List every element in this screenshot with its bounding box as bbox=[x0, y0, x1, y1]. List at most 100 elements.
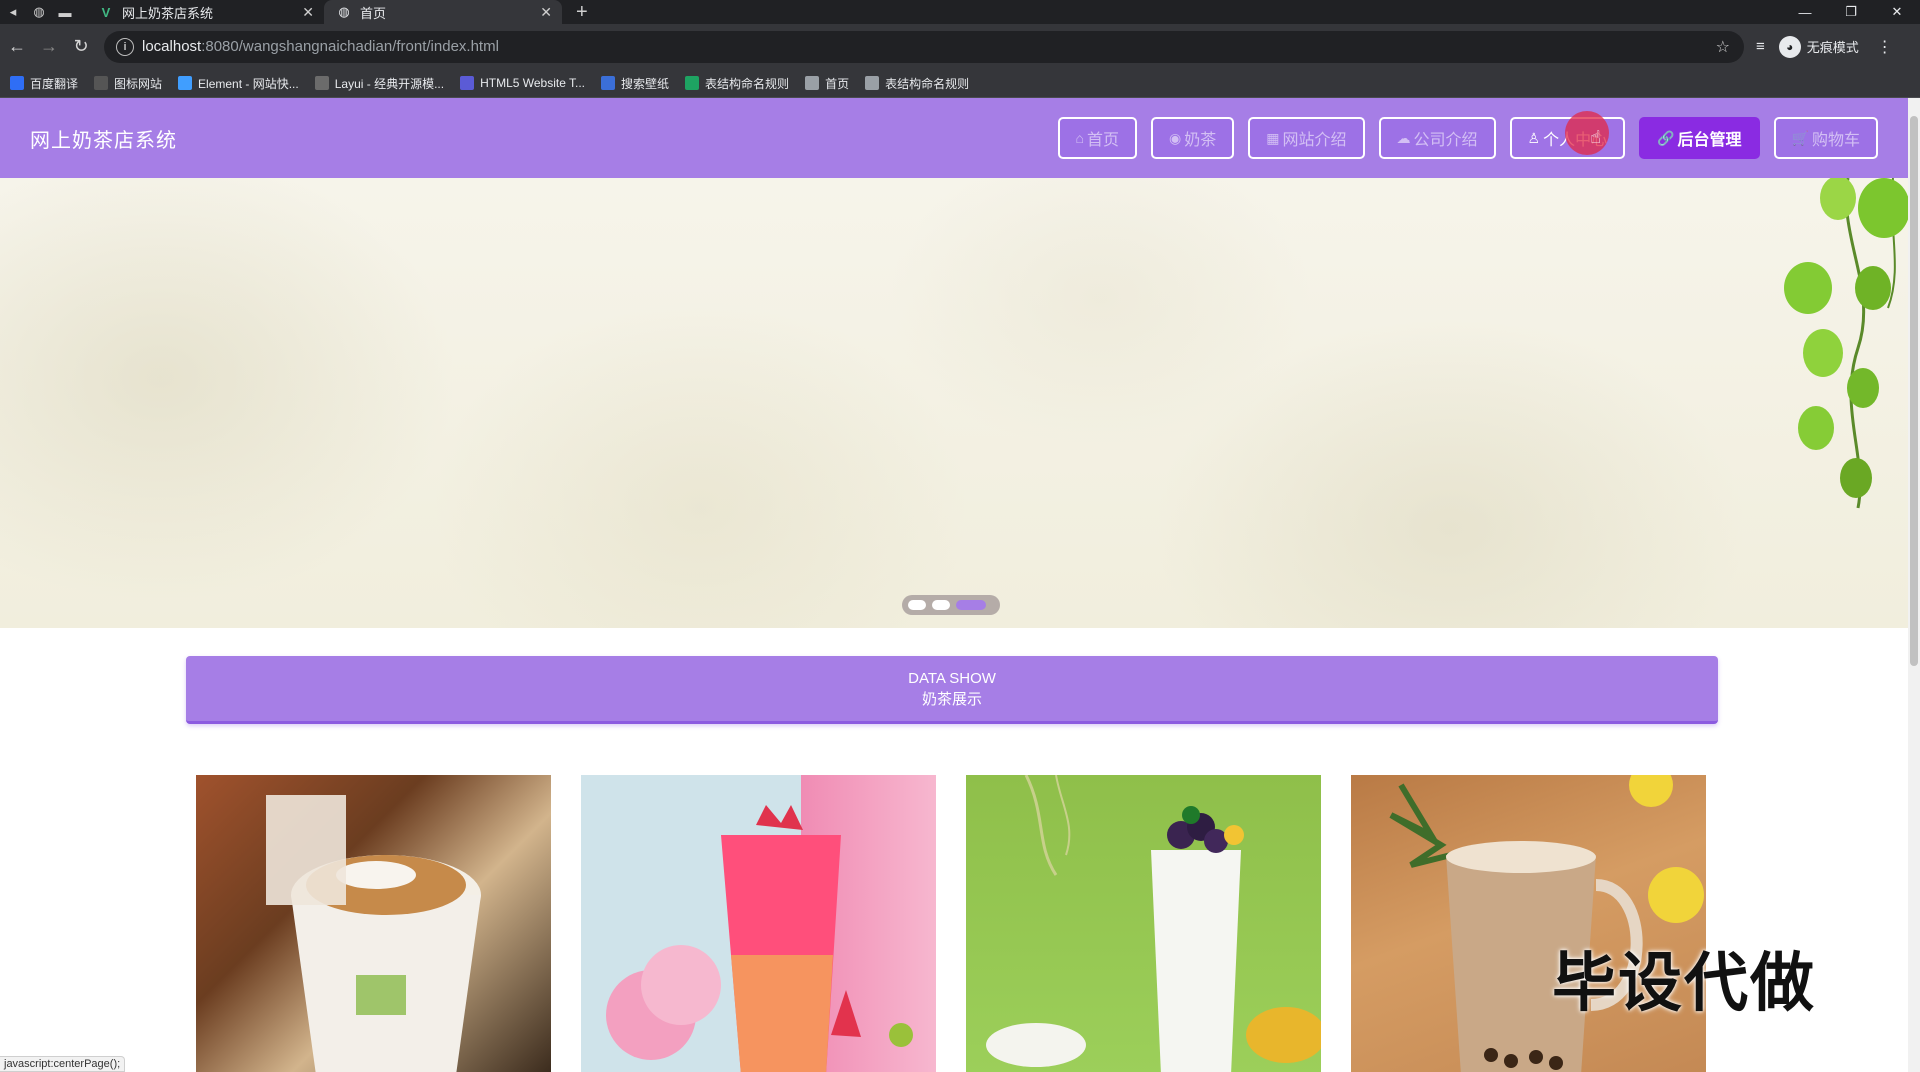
reload-icon[interactable]: ↻ bbox=[66, 36, 96, 57]
nav-link[interactable]: 🔗 后台管理 bbox=[1639, 117, 1760, 159]
link-icon: 🔗 bbox=[1657, 129, 1675, 146]
milk-tea-icon: ◉ bbox=[1169, 129, 1182, 146]
profile-label[interactable]: 无痕模式 bbox=[1807, 37, 1859, 56]
site-header: 网上奶茶店系统 ⌂首页 ◉奶茶 ▦网站介绍 ☁公司介绍 ♙个人中心☝ 🔗后台管理 🛒购物车 bbox=[0, 98, 1908, 178]
vue-icon: V bbox=[101, 4, 111, 20]
pointer-cursor-icon: ☝ bbox=[1590, 127, 1602, 147]
url-path: :8080/wangshangnaichadian/front/index.ht… bbox=[201, 38, 499, 55]
site-intro-icon: ▦ bbox=[1266, 129, 1280, 146]
site-title: 网上奶茶店系统 bbox=[30, 129, 177, 152]
bookmark-item[interactable]: Element - 网站快... bbox=[178, 75, 299, 92]
nav-label: 奶茶 bbox=[1184, 132, 1217, 149]
bookmark-item[interactable]: 搜索壁纸 bbox=[601, 75, 669, 92]
bookmark-label: 搜索壁纸 bbox=[621, 76, 670, 91]
url-field[interactable]: i localhost:8080/wangshangnaichadian/fro… bbox=[104, 30, 1744, 63]
wallpaper-icon bbox=[601, 76, 616, 90]
bubble-tea-mug-image bbox=[1389, 775, 1704, 1072]
carousel-indicators bbox=[902, 595, 1000, 615]
globe-icon: ◍ bbox=[338, 4, 350, 19]
page: 网上奶茶店系统 ⌂首页◉奶茶▦网站介绍☁公司介绍♙个人中心☝🔗后台管理🛒购物车 … bbox=[0, 98, 1908, 1072]
close-window-button[interactable]: ✕ bbox=[1874, 0, 1920, 24]
bookmark-item[interactable]: 百度翻译 bbox=[10, 75, 78, 92]
new-tab-button[interactable]: + bbox=[576, 1, 588, 24]
info-icon[interactable]: i bbox=[116, 37, 134, 56]
click-indicator bbox=[1565, 111, 1610, 155]
nav-site-intro[interactable]: ▦ 网站介绍 bbox=[1248, 117, 1365, 159]
globe-icon bbox=[805, 76, 820, 90]
bookmark-label: 表结构命名规则 bbox=[885, 76, 970, 91]
bookmark-item[interactable]: 表结构命名规则 bbox=[865, 75, 969, 92]
bookmark-star-icon[interactable]: ☆ bbox=[1716, 37, 1730, 57]
user-icon: ♙ bbox=[1527, 129, 1541, 146]
product-list bbox=[196, 775, 1706, 1072]
bookmarks-bar: 百度翻译 图标网站 Element - 网站快... Layui - 经典开源模...… bbox=[0, 69, 1920, 98]
more-menu-icon[interactable]: ⋮ bbox=[1877, 37, 1893, 57]
restore-button[interactable]: ❐ bbox=[1828, 0, 1874, 24]
section-header: DATA SHOW 奶茶展示 bbox=[186, 656, 1718, 724]
close-icon[interactable]: ✕ bbox=[540, 4, 552, 21]
bookmark-label: HTML5 Website T... bbox=[480, 76, 586, 90]
scrollbar-thumb[interactable] bbox=[1910, 116, 1918, 666]
address-toolbar: ← → ↻ i localhost:8080/wangshangnaichadi… bbox=[0, 24, 1920, 69]
bookmark-label: 首页 bbox=[825, 76, 850, 91]
back-icon[interactable]: ← bbox=[2, 36, 32, 57]
nav-label: 购物车 bbox=[1811, 132, 1860, 149]
status-bar: javascript:centerPage(); bbox=[0, 1056, 126, 1072]
cart-icon: 🛒 bbox=[1791, 129, 1809, 146]
toolbar-right: ≡ ◕ 无痕模式 ⋮ bbox=[1756, 35, 1893, 58]
nav-home[interactable]: ⌂ 首页 bbox=[1057, 117, 1138, 159]
watermark-text: 毕设代做 bbox=[1552, 947, 1816, 1021]
bookmark-item[interactable]: HTML5 Website T... bbox=[460, 76, 585, 90]
tab-title: 网上奶茶店系统 bbox=[122, 5, 214, 21]
carousel-dot-active[interactable] bbox=[956, 600, 986, 610]
banner-carousel[interactable] bbox=[0, 178, 1908, 628]
forward-icon[interactable]: → bbox=[34, 36, 64, 57]
product-card-image[interactable] bbox=[196, 775, 551, 1072]
bookmark-item[interactable]: 图标网站 bbox=[94, 75, 162, 92]
close-icon[interactable]: ✕ bbox=[302, 4, 314, 21]
nav-cart[interactable]: 🛒 购物车 bbox=[1773, 117, 1878, 159]
browser-tab-strip: ◂ ◍ ▬ V 网上奶茶店系统 ✕ ◍ 首页 ✕ + — ❐ ✕ bbox=[0, 0, 1920, 24]
audio-icon[interactable]: ◂ bbox=[0, 0, 26, 24]
home-icon: ⌂ bbox=[1075, 130, 1084, 146]
bookmark-label: 图标网站 bbox=[114, 76, 163, 91]
reading-list-icon[interactable]: ≡ bbox=[1756, 38, 1765, 55]
fruit-tea-cup-image bbox=[606, 805, 913, 1072]
product-card-image[interactable] bbox=[1351, 775, 1706, 1072]
url-host: localhost bbox=[142, 38, 202, 55]
page-scrollbar[interactable] bbox=[1908, 98, 1920, 1072]
product-card-image[interactable] bbox=[581, 775, 936, 1072]
bookmark-item[interactable]: 首页 bbox=[805, 75, 849, 92]
product-card-image[interactable] bbox=[966, 775, 1321, 1072]
vine-leaves-image bbox=[1784, 178, 1908, 509]
section-title-cn: 奶茶展示 bbox=[921, 690, 982, 708]
nav-label: 首页 bbox=[1087, 132, 1120, 149]
html5-template-icon bbox=[460, 76, 475, 90]
tab-milk-tea-system[interactable]: V 网上奶茶店系统 ✕ bbox=[86, 0, 324, 24]
bookmark-label: Layui - 经典开源模... bbox=[334, 76, 445, 91]
nav-company[interactable]: ☁ 公司介绍 bbox=[1378, 117, 1496, 159]
globe-icon bbox=[865, 76, 880, 90]
nav-label: 公司介绍 bbox=[1413, 132, 1478, 149]
nav-label: 网站介绍 bbox=[1282, 132, 1347, 149]
window-controls: — ❐ ✕ bbox=[1782, 0, 1920, 24]
window-icon[interactable]: ▬ bbox=[52, 0, 78, 24]
tab-title: 首页 bbox=[360, 5, 387, 21]
layui-icon bbox=[314, 76, 329, 90]
sheet-icon bbox=[685, 76, 700, 90]
incognito-icon[interactable]: ◕ bbox=[1778, 35, 1801, 58]
carousel-dot[interactable] bbox=[932, 600, 950, 610]
milk-tea-cup-image bbox=[266, 795, 481, 1072]
bookmark-item[interactable]: Layui - 经典开源模... bbox=[314, 75, 445, 92]
nav-user[interactable]: ♙个人中心☝ bbox=[1509, 111, 1626, 159]
company-icon: ☁ bbox=[1396, 129, 1411, 146]
baidu-translate-icon bbox=[10, 76, 24, 90]
tab-home[interactable]: ◍ 首页 ✕ bbox=[324, 0, 562, 24]
globe-icon[interactable]: ◍ bbox=[26, 0, 52, 24]
bookmark-item[interactable]: 表结构命名规则 bbox=[685, 75, 789, 92]
section-title-en: DATA SHOW bbox=[908, 669, 996, 687]
carousel-dot[interactable] bbox=[908, 600, 926, 610]
minimize-button[interactable]: — bbox=[1782, 0, 1828, 24]
nav-milk-tea[interactable]: ◉ 奶茶 bbox=[1151, 117, 1235, 159]
flag-icon bbox=[94, 76, 109, 90]
